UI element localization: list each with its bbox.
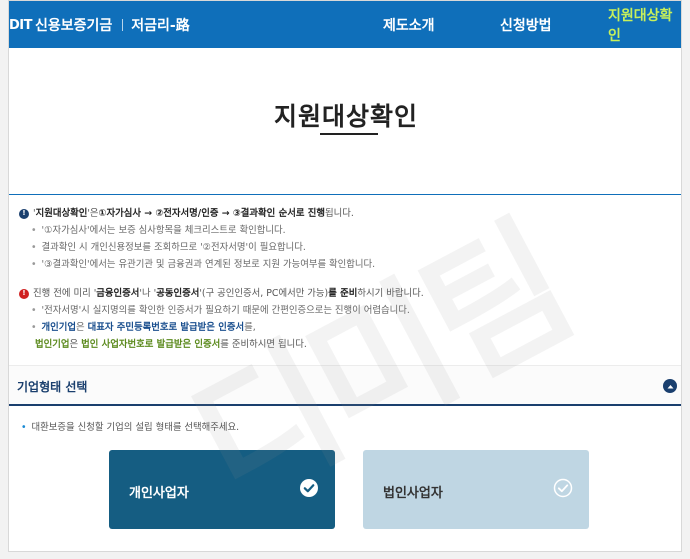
divider <box>9 194 681 195</box>
card-label: 개인사업자 <box>129 486 189 501</box>
check-circle-icon <box>300 479 318 497</box>
warning-icon: ! <box>19 288 29 299</box>
list-item: '전자서명'시 실지명의를 확인한 인증서가 필요하기 때문에 간편인증으로는 … <box>19 302 679 319</box>
list-item: '①자가심사'에서는 보증 심사항목을 체크리스트로 확인합니다. <box>19 222 679 239</box>
instruction-text: 대환보증을 신청할 기업의 설립 형태를 선택해주세요. <box>21 419 240 433</box>
corporate-business-card[interactable]: 법인사업자 <box>363 450 589 529</box>
title-underline <box>320 133 378 135</box>
nav-item-intro[interactable]: 제도소개 <box>383 1 435 48</box>
logo-subtitle: 저금리-路 <box>131 18 190 34</box>
note-process: ! ' 지원대상확인 '은 ①자가심사 → ②전자서명/인증 → ③결과확인 순서로… <box>19 205 679 222</box>
section-title: 기업형태 선택 <box>17 380 88 394</box>
section-header: 기업형태 선택 <box>9 365 681 405</box>
page-title: 지원대상확인 <box>273 102 418 131</box>
list-item-individual: 개인기업은 대표자 주민등록번호로 발급받은 인증서를, <box>19 319 679 336</box>
list-item-corporate: 법인기업은 법인 사업자번호로 발급받은 인증서를 준비하시면 됩니다. <box>35 339 307 350</box>
individual-business-card[interactable]: 개인사업자 <box>109 450 335 529</box>
section-divider <box>9 404 681 406</box>
card-label: 법인사업자 <box>383 486 443 501</box>
top-header: DIT 신용보증기금 저금리-路 제도소개 신청방법 지원대상확인 <box>9 1 681 48</box>
info-notes: ! ' 지원대상확인 '은 ①자가심사 → ②전자서명/인증 → ③결과확인 순서로… <box>19 205 679 353</box>
list-item: 결과확인 시 개인신용정보를 조회하므로 '②전자서명'이 필요합니다. <box>19 239 679 256</box>
logo[interactable]: DIT 신용보증기금 저금리-路 <box>9 15 190 35</box>
page-frame: DIT 신용보증기금 저금리-路 제도소개 신청방법 지원대상확인 지원대상확인… <box>8 0 682 552</box>
nav-item-eligibility[interactable]: 지원대상확인 <box>608 1 681 48</box>
nav-item-apply-method[interactable]: 신청방법 <box>500 1 552 48</box>
list-item: '③결과확인'에서는 유관기관 및 금융권과 연계된 정보로 지원 가능여부를 … <box>19 256 679 273</box>
chevron-up-icon <box>667 384 673 388</box>
info-icon: ! <box>19 208 29 219</box>
logo-separator <box>122 19 124 31</box>
check-circle-outline-icon <box>553 478 573 498</box>
note-certificate: ! 진행 전에 미리 ' 금융인증서 '나 ' 공동인증서 '(구 공인인증서, PC에… <box>19 285 679 302</box>
logo-mark: DIT <box>9 17 33 33</box>
logo-name: 신용보증기금 <box>35 18 113 34</box>
collapse-button[interactable] <box>663 379 677 393</box>
